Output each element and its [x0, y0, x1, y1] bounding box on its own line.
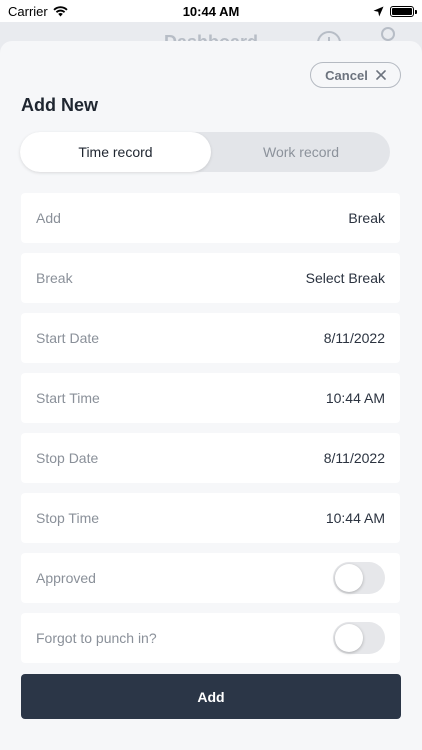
- field-value: 8/11/2022: [323, 450, 385, 466]
- toggle-knob: [335, 624, 363, 652]
- field-value: 10:44 AM: [325, 510, 385, 526]
- field-label: Stop Date: [36, 450, 99, 466]
- tab-time-record[interactable]: Time record: [20, 132, 211, 172]
- form-fields: Add Break Break Select Break Start Date …: [21, 193, 400, 673]
- field-value: Break: [348, 210, 385, 226]
- field-add[interactable]: Add Break: [21, 193, 400, 243]
- field-label: Break: [36, 270, 73, 286]
- cancel-label: Cancel: [325, 67, 368, 83]
- toggle-knob: [335, 564, 363, 592]
- add-button[interactable]: Add: [21, 674, 401, 719]
- field-value: Select Break: [305, 270, 385, 286]
- field-value: 8/11/2022: [323, 330, 385, 346]
- field-break[interactable]: Break Select Break: [21, 253, 400, 303]
- field-stop-date[interactable]: Stop Date 8/11/2022: [21, 433, 400, 483]
- toggle-row-forgot-punch-in: Forgot to punch in?: [21, 613, 400, 663]
- forgot-punch-in-toggle[interactable]: [333, 622, 385, 654]
- toggle-label: Forgot to punch in?: [36, 630, 157, 646]
- field-value: 10:44 AM: [325, 390, 385, 406]
- record-type-segmented-control: Work record Time record: [20, 132, 390, 172]
- field-label: Add: [36, 210, 61, 226]
- field-start-time[interactable]: Start Time 10:44 AM: [21, 373, 400, 423]
- field-label: Start Time: [36, 390, 100, 406]
- battery-icon: [390, 5, 417, 17]
- close-icon: [376, 70, 386, 80]
- tab-work-record[interactable]: Work record: [212, 132, 390, 172]
- field-stop-time[interactable]: Stop Time 10:44 AM: [21, 493, 400, 543]
- cancel-button[interactable]: Cancel: [310, 62, 401, 88]
- field-start-date[interactable]: Start Date 8/11/2022: [21, 313, 400, 363]
- status-time: 10:44 AM: [182, 3, 240, 19]
- field-label: Stop Time: [36, 510, 100, 526]
- add-new-sheet: Cancel Add New Work record Time record A…: [0, 41, 422, 750]
- toggle-label: Approved: [36, 570, 96, 586]
- status-bar: Carrier 10:44 AM: [0, 0, 422, 22]
- field-label: Start Date: [36, 330, 100, 346]
- page-title: Add New: [21, 95, 99, 115]
- toggle-row-approved: Approved: [21, 553, 400, 603]
- approved-toggle[interactable]: [333, 562, 385, 594]
